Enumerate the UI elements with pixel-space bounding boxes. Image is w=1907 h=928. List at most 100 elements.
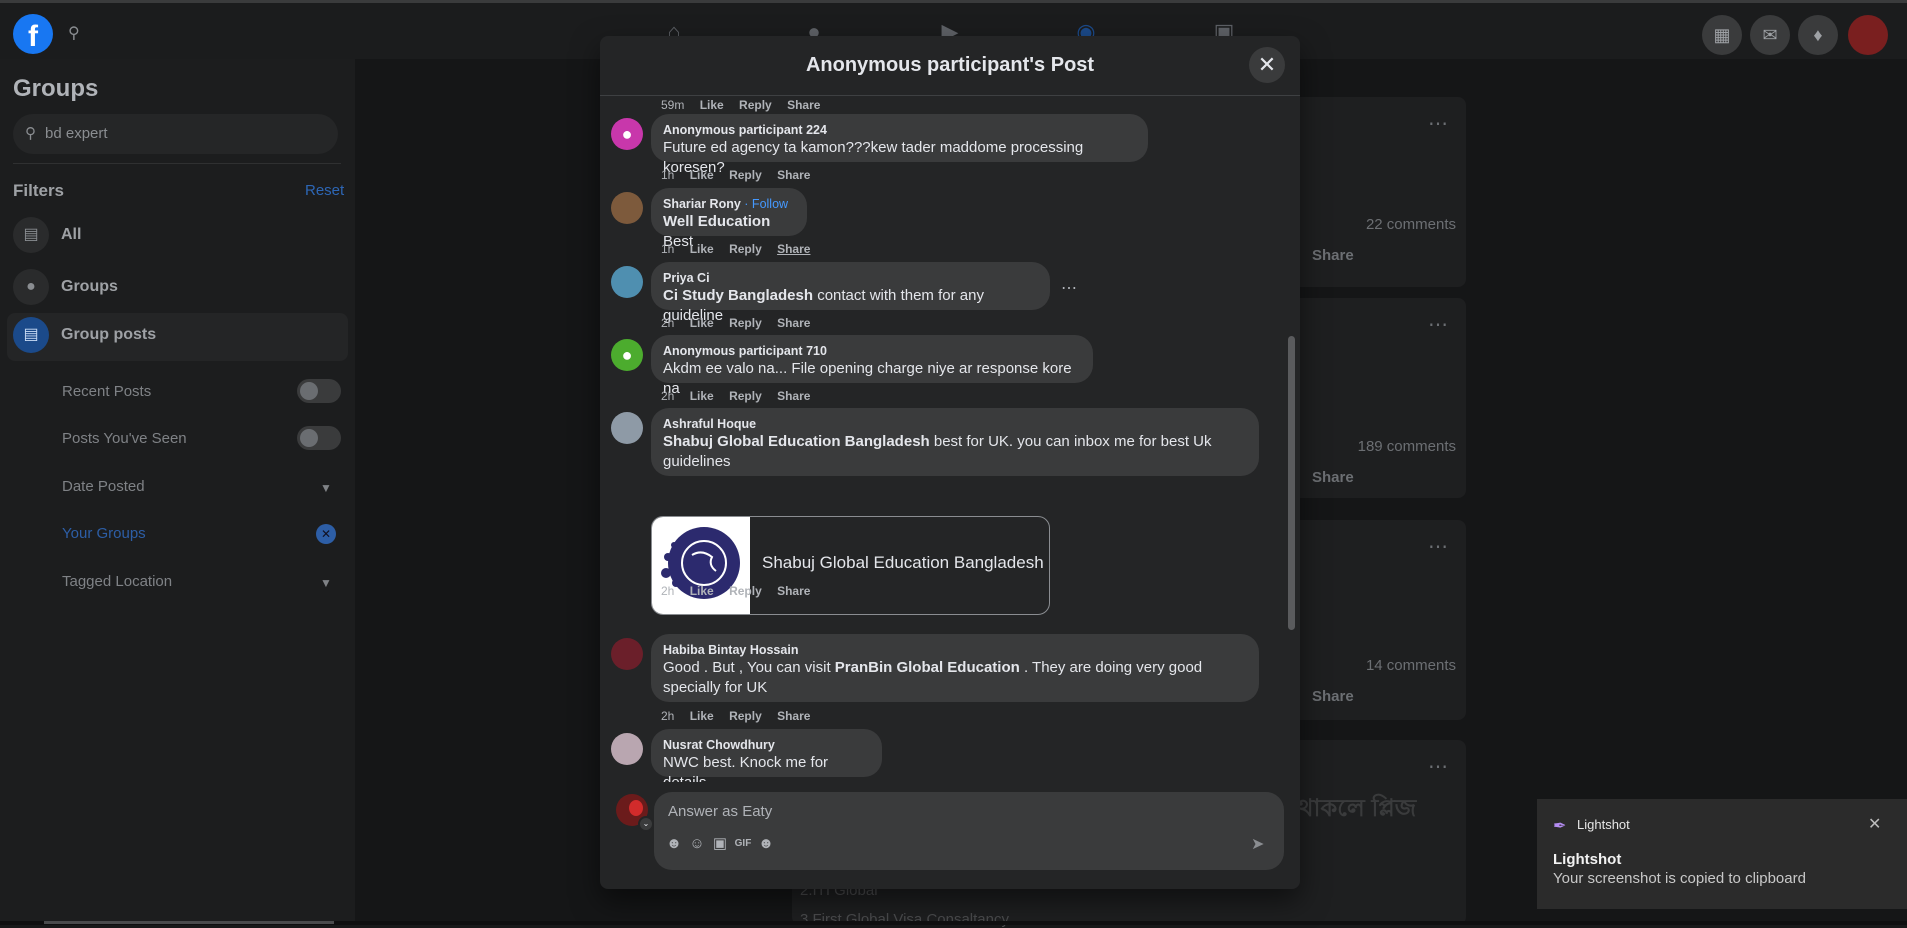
comment-time[interactable]: 1h [661,242,674,256]
comment-bubble: Anonymous participant 710 Akdm ee valo n… [651,335,1093,397]
share-button[interactable]: Share [1312,469,1354,486]
reply-button[interactable]: Reply [729,242,762,256]
avatar[interactable] [611,192,643,224]
share-button[interactable]: Share [777,709,810,723]
comment-author[interactable]: Habiba Bintay Hossain [663,642,1247,658]
follow-link[interactable]: · Follow [744,197,788,211]
mention[interactable]: PranBin Global Education [835,659,1020,676]
comments-list[interactable]: 59m Like Reply Share ● Anonymous partici… [600,96,1300,782]
comment-author[interactable]: Nusrat Chowdhury [663,737,870,753]
like-button[interactable]: Like [690,316,714,330]
reply-button[interactable]: Reply [729,709,762,723]
comment-count[interactable]: 14 comments [1366,657,1456,674]
filter-posts-seen: Posts You've Seen [62,430,187,447]
reply-button[interactable]: Reply [739,98,772,112]
reply-button[interactable]: Reply [729,389,762,403]
avatar[interactable] [611,266,643,298]
reply-input[interactable] [666,798,1230,824]
facebook-logo-icon[interactable]: f [13,14,53,54]
comment-count[interactable]: 22 comments [1366,216,1456,233]
groups-sidebar: Groups ⚲ bd expert Filters Reset ▤ All ●… [0,59,355,925]
sidebar-item-all[interactable]: ▤ All [13,213,343,261]
account-avatar[interactable] [1848,15,1888,55]
send-icon[interactable]: ➤ [1251,834,1264,854]
avatar[interactable] [611,412,643,444]
posts-seen-toggle[interactable] [297,426,341,450]
comment-count[interactable]: 189 comments [1358,438,1456,455]
feather-icon: ✒ [1553,818,1567,835]
avatar[interactable] [611,638,643,670]
emoji-icon[interactable]: ☺ [687,834,707,854]
share-button[interactable]: Share [777,168,810,182]
comment-actions: 1h Like Reply Share [661,168,822,182]
recent-posts-toggle[interactable] [297,379,341,403]
share-button[interactable]: Share [777,584,810,598]
close-icon[interactable]: ✕ [1249,47,1285,83]
reset-filters-link[interactable]: Reset [305,182,344,199]
search-icon[interactable]: ⚲ [68,23,88,43]
scrollbar[interactable] [1288,336,1295,630]
sidebar-item-groups[interactable]: ● Groups [13,265,343,313]
notification-body: Your screenshot is copied to clipboard [1553,870,1806,887]
mention[interactable]: Ci Study Bangladesh [663,287,813,304]
share-button[interactable]: Share [787,98,820,112]
comment-time[interactable]: 1h [661,168,674,182]
like-button[interactable]: Like [690,584,714,598]
filter-date-posted[interactable]: Date Posted [62,478,145,495]
clear-filter-icon[interactable]: ✕ [316,524,336,544]
chevron-down-icon[interactable]: ▼ [320,481,332,495]
like-button[interactable]: Like [700,98,724,112]
comment-author[interactable]: Ashraful Hoque [663,416,1247,432]
comment-author[interactable]: Shariar Rony · Follow [663,196,795,212]
like-button[interactable]: Like [690,242,714,256]
avatar[interactable] [611,733,643,765]
camera-icon[interactable]: ▣ [710,834,730,854]
share-button[interactable]: Share [1312,688,1354,705]
chevron-down-icon[interactable]: ▼ [320,576,332,590]
reply-button[interactable]: Reply [729,584,762,598]
like-button[interactable]: Like [690,168,714,182]
share-button[interactable]: Share [1312,247,1354,264]
mention[interactable]: Well Education [663,213,770,230]
more-options-icon[interactable]: ⋯ [1428,312,1448,337]
sticker-icon[interactable]: ☻ [756,834,776,854]
more-options-icon[interactable]: ⋯ [1061,278,1077,298]
share-button[interactable]: Share [777,316,810,330]
share-button[interactable]: Share [777,389,810,403]
groups-search-input[interactable]: ⚲ bd expert [13,114,338,154]
more-options-icon[interactable]: ⋯ [1428,534,1448,559]
lightshot-notification[interactable]: ✒ Lightshot ✕ Lightshot Your screenshot … [1537,799,1907,909]
reply-button[interactable]: Reply [729,168,762,182]
menu-grid-icon[interactable]: ▦ [1702,15,1742,55]
messenger-icon[interactable]: ✉ [1750,15,1790,55]
like-button[interactable]: Like [690,389,714,403]
close-icon[interactable]: ✕ [1868,814,1881,834]
comment-time[interactable]: 2h [661,584,674,598]
reply-button[interactable]: Reply [729,316,762,330]
horizontal-scrollbar[interactable] [44,921,334,924]
notifications-bell-icon[interactable]: ♦ [1798,15,1838,55]
post-text-bengali: থাকলে প্লিজ [1298,795,1417,822]
comment-time[interactable]: 2h [661,389,674,403]
comment-author[interactable]: Anonymous participant 710 [663,343,1081,359]
link-preview-card[interactable]: Shabuj Global Education Bangladesh [651,516,1050,615]
filter-tagged-location[interactable]: Tagged Location [62,573,172,590]
comment-author[interactable]: Priya Ci [663,270,1038,286]
comment-time[interactable]: 59m [661,98,684,112]
like-button[interactable]: Like [690,709,714,723]
comment-time[interactable]: 2h [661,316,674,330]
chevron-down-icon[interactable]: ⌄ [638,816,654,832]
comment-author[interactable]: Anonymous participant 224 [663,122,1136,138]
anonymous-icon[interactable]: ● [611,339,643,371]
sidebar-item-group-posts[interactable]: ▤ Group posts [7,313,348,361]
anonymous-icon[interactable]: ● [611,118,643,150]
gif-icon[interactable]: GIF [733,834,753,854]
comment-time[interactable]: 2h [661,709,674,723]
mention[interactable]: Shabuj Global Education Bangladesh [663,433,930,450]
comment-bubble: Habiba Bintay Hossain Good . But , You c… [651,634,1259,702]
filter-your-groups[interactable]: Your Groups [62,525,146,542]
more-options-icon[interactable]: ⋯ [1428,754,1448,779]
more-options-icon[interactable]: ⋯ [1428,111,1448,136]
share-button[interactable]: Share [777,242,810,256]
avatar-sticker-icon[interactable]: ☻ [664,834,684,854]
